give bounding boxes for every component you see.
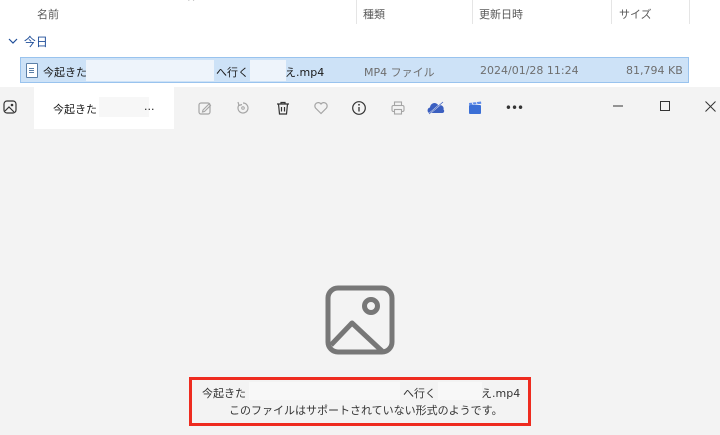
column-type[interactable]: 種類	[363, 6, 385, 26]
file-name-middle: へ行く	[216, 66, 249, 79]
minimize-icon	[613, 105, 623, 107]
info-icon[interactable]	[348, 97, 370, 119]
print-icon[interactable]	[387, 97, 409, 119]
minimize-button[interactable]	[603, 93, 633, 119]
edit-icon[interactable]	[194, 97, 216, 119]
title-bar: 今起きた ... •••	[0, 87, 720, 129]
column-size[interactable]: サイズ	[619, 6, 652, 26]
photos-app-icon	[3, 100, 17, 114]
message-filename-start: 今起きた	[202, 387, 246, 400]
file-row-selected[interactable]: 今起きた へ行く え.mp4 MP4 ファイル 2024/01/28 11:24…	[20, 57, 689, 83]
message-filename-end: え.mp4	[481, 387, 521, 400]
column-divider[interactable]	[611, 0, 612, 24]
message-filename-middle: へ行く	[403, 387, 436, 400]
maximize-icon	[660, 101, 670, 111]
file-size: 81,794 KB	[626, 64, 683, 77]
column-divider[interactable]	[356, 0, 357, 24]
redacted-text	[250, 60, 286, 81]
more-icon[interactable]: •••	[503, 97, 525, 119]
favorite-icon[interactable]	[310, 97, 332, 119]
sort-ascending-icon: ^	[187, 0, 196, 8]
unsupported-format-message: このファイルはサポートされていない形式のようです。	[229, 404, 503, 417]
title-ellipsis: ...	[144, 100, 155, 113]
close-button[interactable]	[695, 93, 720, 119]
unsupported-image-icon	[325, 285, 395, 355]
file-name-start: 今起きた	[43, 66, 87, 79]
column-name[interactable]: 名前	[37, 6, 59, 26]
column-header-bar: 名前 ^ 種類 更新日時 サイズ	[0, 0, 720, 26]
redacted-text	[249, 382, 400, 400]
file-explorer-list: 名前 ^ 種類 更新日時 サイズ 今日 今起きた へ行く え.mp4 MP4 フ…	[0, 0, 720, 87]
redacted-text	[99, 97, 149, 117]
title-tab[interactable]: 今起きた ...	[34, 87, 174, 129]
close-icon	[704, 100, 716, 112]
delete-icon[interactable]	[272, 97, 294, 119]
redacted-text	[86, 60, 214, 81]
redacted-text	[438, 382, 482, 400]
chevron-down-icon[interactable]	[8, 35, 20, 49]
group-header-today[interactable]: 今日	[8, 33, 48, 51]
photos-viewer-window: 今起きた ... ••• 今起きた へ行く え.mp4 このファイルはサポートさ…	[0, 87, 720, 435]
window-title: 今起きた	[53, 103, 97, 116]
onedrive-icon[interactable]	[425, 97, 447, 119]
rotate-icon[interactable]	[232, 97, 254, 119]
file-name-end: え.mp4	[285, 66, 325, 79]
highlighted-error-message: 今起きた へ行く え.mp4 このファイルはサポートされていない形式のようです。	[189, 377, 531, 426]
column-modified[interactable]: 更新日時	[479, 6, 523, 26]
file-icon	[26, 63, 38, 78]
column-divider[interactable]	[689, 0, 690, 24]
group-label: 今日	[23, 35, 48, 49]
clipchamp-icon[interactable]	[464, 97, 486, 119]
file-modified: 2024/01/28 11:24	[480, 64, 579, 77]
maximize-button[interactable]	[650, 93, 680, 119]
file-type: MP4 ファイル	[364, 66, 435, 79]
column-divider[interactable]	[472, 0, 473, 24]
